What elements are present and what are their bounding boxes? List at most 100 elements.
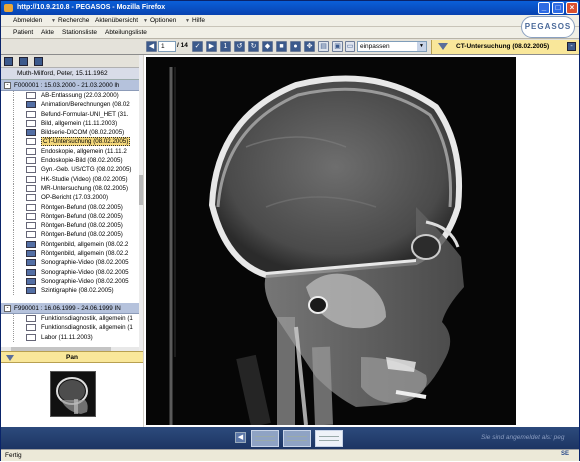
submenu-akte[interactable]: Akte bbox=[41, 27, 54, 39]
maximize-button[interactable]: □ bbox=[552, 2, 564, 14]
tree-item[interactable]: Labor (11.11.2003) bbox=[1, 333, 139, 342]
login-message: Sie sind angemeldet als: peg bbox=[481, 434, 564, 441]
ct-scout-image[interactable] bbox=[146, 57, 516, 425]
case-group-header[interactable]: - F000001 : 15.03.2000 - 21.03.2000 lh bbox=[1, 80, 143, 91]
tree-item[interactable]: Röntgen-Befund (08.02.2005) bbox=[1, 203, 139, 212]
save-icon[interactable]: ▣ bbox=[332, 41, 343, 52]
tree-item-label: Röntgenbild, allgemein (08.02.2 bbox=[41, 241, 128, 248]
tree-item[interactable]: OP-Bericht (17.03.2000) bbox=[1, 193, 139, 202]
status-text: Fertig bbox=[5, 452, 22, 459]
tree-item[interactable]: Sonographie-Video (08.02.2005 bbox=[1, 277, 139, 286]
tree-connector bbox=[13, 277, 14, 286]
page-thumbnail[interactable] bbox=[251, 430, 279, 447]
tree-connector bbox=[13, 249, 14, 258]
tree-item-label: Röntgen-Befund (08.02.2005) bbox=[41, 231, 123, 238]
pan-title: Pan bbox=[66, 354, 78, 361]
prev-page-icon[interactable]: ◀ bbox=[235, 432, 246, 443]
tree-item[interactable]: Sonographie-Video (08.02.2005 bbox=[1, 268, 139, 277]
scroll-thumb[interactable] bbox=[139, 175, 143, 205]
sub-menu-bar: Patient Akte Stationsliste Abteilungslis… bbox=[1, 27, 579, 39]
collapse-icon[interactable] bbox=[6, 355, 14, 361]
tree-item[interactable]: HK-Studie (Video) (08.02.2005) bbox=[1, 175, 139, 184]
tree-item[interactable]: Animation/Berechnungen (08.02 bbox=[1, 100, 139, 109]
rotate-right-icon[interactable]: ↻ bbox=[248, 41, 259, 52]
prev-page-icon[interactable]: ◀ bbox=[146, 41, 157, 52]
menu-abmelden[interactable]: Abmelden bbox=[13, 15, 42, 27]
tree-item-label: Bildserie-DICOM (08.02.2005) bbox=[41, 129, 124, 136]
rotate-left-icon[interactable]: ↺ bbox=[234, 41, 245, 52]
minimize-panel-button[interactable]: - bbox=[567, 42, 576, 51]
tree-item[interactable]: Funktionsdiagnostik, allgemein (1 bbox=[1, 314, 139, 323]
zoom-icon[interactable]: ● bbox=[290, 41, 301, 52]
window-title: http://10.9.210.8 - PEGASOS - Mozilla Fi… bbox=[17, 4, 165, 11]
square-icon[interactable]: ■ bbox=[276, 41, 287, 52]
menu-bar: Abmelden ▼Recherche Aktenübersicht ▼Opti… bbox=[1, 15, 579, 27]
menu-optionen[interactable]: ▼Optionen bbox=[143, 15, 176, 27]
tree-vertical-scrollbar[interactable] bbox=[139, 55, 143, 351]
pan-panel-header: Pan bbox=[1, 351, 143, 363]
tree-item[interactable]: Bildserie-DICOM (08.02.2005) bbox=[1, 128, 139, 137]
tree-item[interactable]: Endoskopie, allgemein (11.11.2 bbox=[1, 147, 139, 156]
tree-connector bbox=[13, 258, 14, 267]
tree-item[interactable]: Röntgen-Befund (08.02.2005) bbox=[1, 212, 139, 221]
page-thumbnail[interactable] bbox=[283, 430, 311, 447]
pan-thumbnail[interactable] bbox=[50, 371, 96, 417]
tree-item[interactable]: Befund-Formular-UNI_HET (31. bbox=[1, 110, 139, 119]
tree-item[interactable]: Endoskopie-Bild (08.02.2005) bbox=[1, 156, 139, 165]
tree-item-selected[interactable]: CT-Untersuchung (08.02.2005) bbox=[1, 137, 139, 146]
tree-item[interactable]: Funktionsdiagnostik, allgemein (1 bbox=[1, 323, 139, 332]
list-view-icon[interactable] bbox=[19, 57, 28, 66]
tree-item[interactable]: Szintigraphie (08.02.2005) bbox=[1, 286, 139, 295]
patient-header[interactable]: Muth-Milford, Peter, 15.11.1962 bbox=[1, 68, 143, 80]
move-icon[interactable]: ✥ bbox=[304, 41, 315, 52]
collapse-icon[interactable] bbox=[438, 43, 448, 50]
submenu-patient[interactable]: Patient bbox=[13, 27, 33, 39]
tree-item[interactable]: Röntgen-Befund (08.02.2005) bbox=[1, 221, 139, 230]
submenu-stationsliste[interactable]: Stationsliste bbox=[62, 27, 97, 39]
page-thumbnail-active[interactable] bbox=[315, 430, 343, 447]
close-button[interactable]: × bbox=[566, 2, 578, 14]
fit-icon[interactable]: 1 bbox=[220, 41, 231, 52]
tree-item-label: Endoskopie, allgemein (11.11.2 bbox=[41, 148, 127, 155]
tree-connector bbox=[13, 175, 14, 184]
doc-icon bbox=[26, 157, 36, 164]
menu-hilfe[interactable]: ▼Hilfe bbox=[185, 15, 205, 27]
tree-item[interactable]: Sonographie-Video (08.02.2005 bbox=[1, 258, 139, 267]
case-group-header[interactable]: - F990001 : 16.06.1999 - 24.06.1999 IN bbox=[1, 303, 143, 314]
tree-connector bbox=[13, 165, 14, 174]
tree-item[interactable]: Bild, allgemein (11.11.2003) bbox=[1, 119, 139, 128]
tree-connector bbox=[13, 184, 14, 193]
chevron-down-icon: ▼ bbox=[417, 42, 426, 51]
menu-recherche[interactable]: ▼Recherche bbox=[51, 15, 89, 27]
zoom-select[interactable]: einpassen▼ bbox=[357, 41, 427, 52]
tree-item-label: Animation/Berechnungen (08.02 bbox=[41, 101, 130, 108]
tree-item-label: Sonographie-Video (08.02.2005 bbox=[41, 278, 129, 285]
tree-item[interactable]: Röntgenbild, allgemein (08.02.2 bbox=[1, 240, 139, 249]
tree-item[interactable]: AB-Entlassung (22.03.2000) bbox=[1, 91, 139, 100]
print-icon[interactable]: ▤ bbox=[318, 41, 329, 52]
tree-item[interactable]: Gyn.-Geb. US/CTG (08.02.2005) bbox=[1, 165, 139, 174]
doc-icon bbox=[26, 324, 36, 331]
tree-connector bbox=[13, 333, 14, 342]
minimize-button[interactable]: _ bbox=[538, 2, 550, 14]
check-icon[interactable]: ✓ bbox=[192, 41, 203, 52]
page-number-input[interactable]: 1 bbox=[158, 41, 176, 52]
thumb-view-icon[interactable] bbox=[34, 57, 43, 66]
collapse-icon[interactable]: - bbox=[4, 82, 11, 89]
tree-item-label: OP-Bericht (17.03.2000) bbox=[41, 194, 108, 201]
tree-item[interactable]: MR-Untersuchung (08.02.2005) bbox=[1, 184, 139, 193]
tree-item[interactable]: Röntgenbild, allgemein (08.02.2 bbox=[1, 249, 139, 258]
flip-icon[interactable]: ◆ bbox=[262, 41, 273, 52]
tree-connector bbox=[13, 147, 14, 156]
doc-icon bbox=[26, 120, 36, 127]
tree-view-icon[interactable] bbox=[4, 57, 13, 66]
tree-connector bbox=[13, 240, 14, 249]
next-page-icon[interactable]: ▶ bbox=[206, 41, 217, 52]
window-icon[interactable]: ▭ bbox=[345, 41, 355, 52]
tree-item-label: Röntgen-Befund (08.02.2005) bbox=[41, 222, 123, 229]
menu-aktenuebersicht[interactable]: Aktenübersicht bbox=[95, 15, 138, 27]
submenu-abteilungsliste[interactable]: Abteilungsliste bbox=[105, 27, 147, 39]
tree-item[interactable]: Röntgen-Befund (08.02.2005) bbox=[1, 230, 139, 239]
collapse-icon[interactable]: - bbox=[4, 305, 11, 312]
tree-connector bbox=[13, 212, 14, 221]
